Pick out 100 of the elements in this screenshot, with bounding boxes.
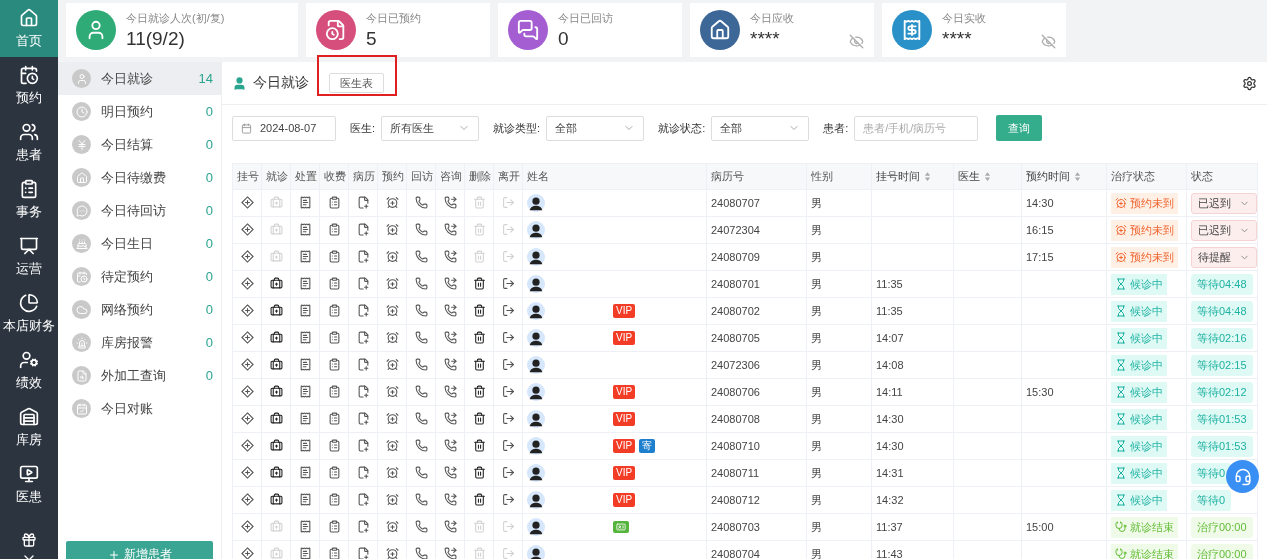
trash-icon[interactable] bbox=[472, 276, 486, 290]
clock-plus-icon[interactable] bbox=[385, 276, 399, 290]
receipt-icon[interactable] bbox=[298, 330, 312, 344]
exit-icon[interactable] bbox=[501, 492, 515, 506]
trash-icon[interactable] bbox=[472, 492, 486, 506]
medical-kit-icon[interactable] bbox=[269, 303, 283, 317]
diamond-plus-icon[interactable] bbox=[240, 276, 254, 290]
trash-icon[interactable] bbox=[472, 384, 486, 398]
receipt-icon[interactable] bbox=[298, 384, 312, 398]
phone-icon[interactable] bbox=[414, 384, 428, 398]
clipboard-icon[interactable] bbox=[327, 276, 341, 290]
file-plus-icon[interactable] bbox=[356, 249, 370, 263]
diamond-plus-icon[interactable] bbox=[240, 357, 254, 371]
phone-forward-icon[interactable] bbox=[443, 357, 457, 371]
file-plus-icon[interactable] bbox=[356, 357, 370, 371]
file-plus-icon[interactable] bbox=[356, 411, 370, 425]
sidebar-item[interactable]: 今日结算 0 bbox=[58, 128, 221, 161]
file-plus-icon[interactable] bbox=[356, 384, 370, 398]
receipt-icon[interactable] bbox=[298, 195, 312, 209]
clock-plus-icon[interactable] bbox=[385, 411, 399, 425]
clock-plus-icon[interactable] bbox=[385, 438, 399, 452]
file-plus-icon[interactable] bbox=[356, 519, 370, 533]
file-plus-icon[interactable] bbox=[356, 276, 370, 290]
phone-forward-icon[interactable] bbox=[443, 546, 457, 559]
diamond-plus-icon[interactable] bbox=[240, 492, 254, 506]
nav-item[interactable]: 绩效 bbox=[0, 342, 58, 399]
clipboard-icon[interactable] bbox=[327, 303, 341, 317]
medical-kit-icon[interactable] bbox=[269, 465, 283, 479]
file-plus-icon[interactable] bbox=[356, 438, 370, 452]
medical-kit-icon[interactable] bbox=[269, 276, 283, 290]
medical-kit-icon[interactable] bbox=[269, 384, 283, 398]
diamond-plus-icon[interactable] bbox=[240, 411, 254, 425]
receipt-icon[interactable] bbox=[298, 438, 312, 452]
type-select[interactable]: 全部 bbox=[546, 115, 645, 141]
phone-forward-icon[interactable] bbox=[443, 249, 457, 263]
status-select[interactable]: 全部 bbox=[711, 115, 810, 141]
diamond-plus-icon[interactable] bbox=[240, 384, 254, 398]
diamond-plus-icon[interactable] bbox=[240, 195, 254, 209]
exit-icon[interactable] bbox=[501, 465, 515, 479]
exit-icon[interactable] bbox=[501, 357, 515, 371]
file-plus-icon[interactable] bbox=[356, 330, 370, 344]
status-select[interactable]: 已迟到 bbox=[1191, 219, 1257, 241]
clipboard-icon[interactable] bbox=[327, 546, 341, 559]
receipt-icon[interactable] bbox=[298, 276, 312, 290]
phone-forward-icon[interactable] bbox=[443, 411, 457, 425]
receipt-icon[interactable] bbox=[298, 546, 312, 559]
phone-icon[interactable] bbox=[414, 519, 428, 533]
phone-icon[interactable] bbox=[414, 249, 428, 263]
phone-forward-icon[interactable] bbox=[443, 438, 457, 452]
phone-forward-icon[interactable] bbox=[443, 384, 457, 398]
patient-search-field[interactable]: 患者/手机/病历号 bbox=[854, 115, 979, 141]
clock-plus-icon[interactable] bbox=[385, 222, 399, 236]
diamond-plus-icon[interactable] bbox=[240, 249, 254, 263]
exit-icon[interactable] bbox=[501, 411, 515, 425]
clipboard-icon[interactable] bbox=[327, 438, 341, 452]
diamond-plus-icon[interactable] bbox=[240, 303, 254, 317]
sidebar-item[interactable]: 网络预约 0 bbox=[58, 293, 221, 326]
diamond-plus-icon[interactable] bbox=[240, 465, 254, 479]
trash-icon[interactable] bbox=[472, 465, 486, 479]
clipboard-icon[interactable] bbox=[327, 195, 341, 209]
receipt-icon[interactable] bbox=[298, 465, 312, 479]
file-plus-icon[interactable] bbox=[356, 465, 370, 479]
clipboard-icon[interactable] bbox=[327, 465, 341, 479]
nav-item[interactable]: 医患 bbox=[0, 456, 58, 513]
nav-item[interactable]: 运营 bbox=[0, 228, 58, 285]
clock-plus-icon[interactable] bbox=[385, 546, 399, 559]
phone-icon[interactable] bbox=[414, 411, 428, 425]
phone-forward-icon[interactable] bbox=[443, 465, 457, 479]
status-select[interactable]: 已迟到 bbox=[1191, 192, 1257, 214]
clock-plus-icon[interactable] bbox=[385, 519, 399, 533]
phone-icon[interactable] bbox=[414, 492, 428, 506]
clipboard-icon[interactable] bbox=[327, 411, 341, 425]
medical-kit-icon[interactable] bbox=[269, 411, 283, 425]
doctor-select[interactable]: 所有医生 bbox=[381, 115, 480, 141]
phone-forward-icon[interactable] bbox=[443, 330, 457, 344]
clock-plus-icon[interactable] bbox=[385, 330, 399, 344]
phone-forward-icon[interactable] bbox=[443, 222, 457, 236]
nav-item[interactable]: 预约 bbox=[0, 57, 58, 114]
receipt-icon[interactable] bbox=[298, 249, 312, 263]
phone-icon[interactable] bbox=[414, 195, 428, 209]
receipt-icon[interactable] bbox=[298, 519, 312, 533]
phone-icon[interactable] bbox=[414, 330, 428, 344]
status-select[interactable]: 待提醒 bbox=[1191, 246, 1257, 268]
file-plus-icon[interactable] bbox=[356, 222, 370, 236]
clipboard-icon[interactable] bbox=[327, 330, 341, 344]
file-plus-icon[interactable] bbox=[356, 195, 370, 209]
clock-plus-icon[interactable] bbox=[385, 357, 399, 371]
trash-icon[interactable] bbox=[472, 330, 486, 344]
trash-icon[interactable] bbox=[472, 438, 486, 452]
phone-icon[interactable] bbox=[414, 465, 428, 479]
receipt-icon[interactable] bbox=[298, 303, 312, 317]
clipboard-icon[interactable] bbox=[327, 492, 341, 506]
phone-icon[interactable] bbox=[414, 222, 428, 236]
exit-icon[interactable] bbox=[501, 276, 515, 290]
exit-icon[interactable] bbox=[501, 303, 515, 317]
sidebar-item[interactable]: 外加工查询 0 bbox=[58, 359, 221, 392]
sidebar-item[interactable]: 今日对账 bbox=[58, 392, 221, 425]
clock-plus-icon[interactable] bbox=[385, 492, 399, 506]
phone-icon[interactable] bbox=[414, 303, 428, 317]
phone-forward-icon[interactable] bbox=[443, 492, 457, 506]
